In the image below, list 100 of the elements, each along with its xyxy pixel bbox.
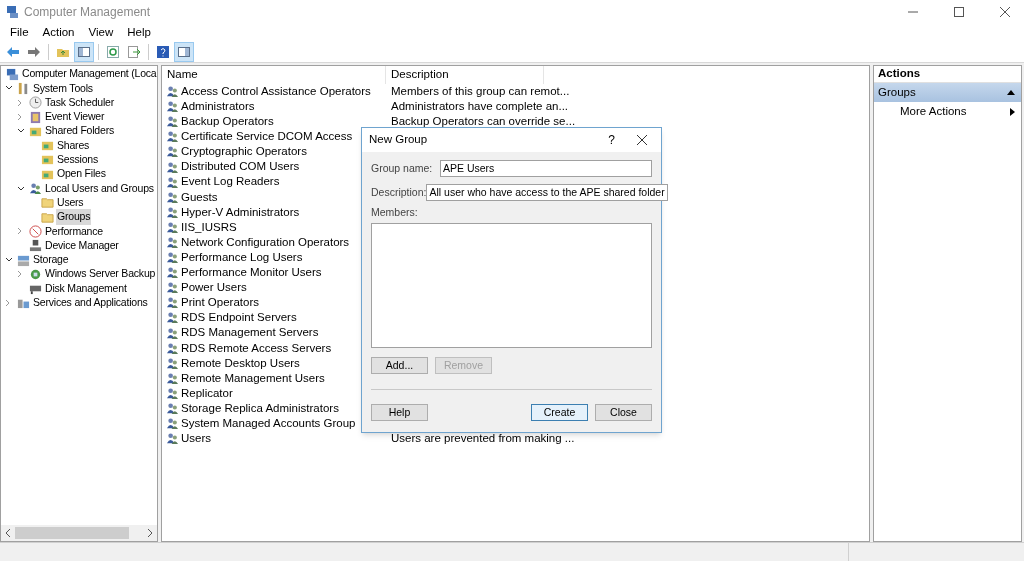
users-icon (166, 417, 179, 431)
members-list[interactable] (371, 222, 652, 348)
actions-section-header[interactable]: Groups (874, 83, 1021, 102)
collapse-icon[interactable] (1007, 90, 1015, 95)
group-name[interactable]: Backup Operators (181, 113, 274, 131)
group-description: Users are prevented from making ... (390, 431, 575, 447)
group-name[interactable]: Guests (181, 188, 218, 206)
group-name[interactable]: Performance Monitor Users (181, 264, 322, 282)
input-field[interactable]: All user who have access to the APE shared folder (426, 184, 668, 201)
dialog-button[interactable]: Close (595, 403, 652, 421)
users-icon (166, 115, 179, 129)
group-name[interactable]: Remote Desktop Users (181, 354, 300, 372)
tree-item[interactable]: Event Viewer (44, 109, 106, 125)
tree-item[interactable]: Services and Applications (32, 295, 149, 311)
refresh-icon (106, 44, 120, 59)
users-icon (166, 341, 179, 355)
group-name[interactable]: Certificate Service DCOM Access (181, 128, 353, 146)
expanded-chevron-icon[interactable] (5, 257, 15, 263)
tree-item[interactable]: Shared Folders (44, 123, 115, 140)
group-name[interactable]: Power Users (181, 279, 247, 297)
input-field[interactable]: APE Users (440, 160, 652, 177)
users-icon (166, 100, 179, 114)
dialog-button[interactable]: Help (371, 403, 428, 421)
users-icon (166, 371, 179, 385)
expanded-chevron-icon[interactable] (17, 185, 27, 192)
group-name[interactable]: Users (181, 430, 212, 448)
group-name[interactable]: Event Log Readers (181, 173, 280, 191)
field-label: Description: (371, 184, 427, 200)
help-button[interactable]: ? (608, 131, 615, 149)
group-name[interactable]: RDS Remote Access Servers (181, 339, 332, 357)
group-description: Backup Operators can override se... (390, 114, 576, 130)
users-icon (166, 296, 179, 310)
field-label: Group name: (371, 160, 434, 176)
users-icon (166, 205, 179, 219)
group-name[interactable]: Print Operators (181, 294, 259, 312)
folder-icon (41, 196, 54, 210)
tree-item[interactable]: Sessions (56, 152, 99, 168)
users-icon (166, 220, 179, 234)
tree-item[interactable]: Disk Management (44, 280, 128, 297)
close-icon[interactable] (637, 135, 647, 145)
maximize-icon[interactable] (954, 7, 964, 17)
dialog-button[interactable]: Add... (371, 356, 428, 374)
backup-icon (29, 267, 42, 281)
tree-item[interactable]: System Tools (32, 80, 94, 97)
users-icon (166, 251, 179, 265)
tree-item[interactable]: Shares (56, 137, 91, 154)
group-name[interactable]: Hyper-V Administrators (181, 203, 300, 221)
group-name[interactable]: IIS_IUSRS (181, 218, 237, 236)
column-header[interactable]: Name (162, 66, 386, 84)
tree-item[interactable]: Windows Server Backup (44, 266, 157, 283)
group-name[interactable]: Access Control Assistance Operators (181, 82, 371, 101)
shared-folder-icon (41, 153, 54, 167)
users-icon (166, 356, 179, 370)
users-icon (166, 386, 179, 400)
group-name[interactable]: Administrators (181, 98, 255, 116)
close-icon[interactable] (1000, 7, 1010, 17)
group-name[interactable]: Remote Management Users (181, 369, 325, 387)
tree-item[interactable]: Storage (32, 252, 70, 268)
scroll-thumb[interactable] (15, 527, 129, 539)
group-description: Members of this group can remot... (390, 83, 570, 99)
scroll-left-icon[interactable] (5, 529, 11, 537)
folder-icon (41, 210, 54, 224)
tree-item[interactable]: Open Files (56, 166, 107, 183)
dialog-button[interactable]: Create (531, 403, 588, 421)
menu-item[interactable]: Help (121, 23, 157, 42)
expanded-chevron-icon[interactable] (17, 128, 27, 135)
members-label: Members: (371, 205, 419, 220)
action-label: More Actions (900, 103, 967, 119)
toolbar-button[interactable] (74, 41, 94, 62)
action-item[interactable]: More Actions (874, 102, 1021, 121)
menu-item[interactable]: Action (36, 23, 81, 42)
tree-item[interactable]: Task Scheduler (44, 94, 115, 111)
tree-item[interactable]: Groups (56, 209, 92, 225)
menu-item[interactable]: File (4, 23, 35, 42)
toolbar-button[interactable] (174, 41, 194, 62)
tree-item[interactable]: Device Manager (44, 237, 120, 254)
tree-item[interactable]: Users (56, 194, 85, 211)
scroll-right-icon[interactable] (147, 529, 153, 537)
computer-icon (6, 5, 20, 19)
shared-folder-icon (41, 139, 54, 153)
users-icon (166, 160, 179, 174)
group-name[interactable]: Distributed COM Users (181, 158, 300, 176)
group-name[interactable]: System Managed Accounts Group (181, 415, 356, 433)
group-name[interactable]: Cryptographic Operators (181, 143, 307, 161)
dialog-title: New Group (369, 132, 428, 148)
users-icon (166, 266, 179, 280)
pane-icon (77, 44, 91, 59)
tree-item[interactable]: Performance (44, 223, 104, 240)
help-icon (156, 44, 170, 59)
expanded-chevron-icon[interactable] (5, 85, 15, 92)
tree-item[interactable]: Local Users and Groups (44, 180, 155, 197)
menu-item[interactable]: View (82, 23, 120, 42)
users-icon (166, 130, 179, 144)
users-icon (166, 326, 179, 340)
users-icon (166, 432, 179, 446)
forward-arrow-icon (27, 44, 41, 59)
group-name[interactable]: RDS Management Servers (181, 324, 319, 342)
group-name[interactable]: RDS Endpoint Servers (181, 309, 297, 327)
horizontal-scrollbar[interactable] (1, 525, 157, 541)
column-header[interactable]: Description (386, 66, 544, 84)
